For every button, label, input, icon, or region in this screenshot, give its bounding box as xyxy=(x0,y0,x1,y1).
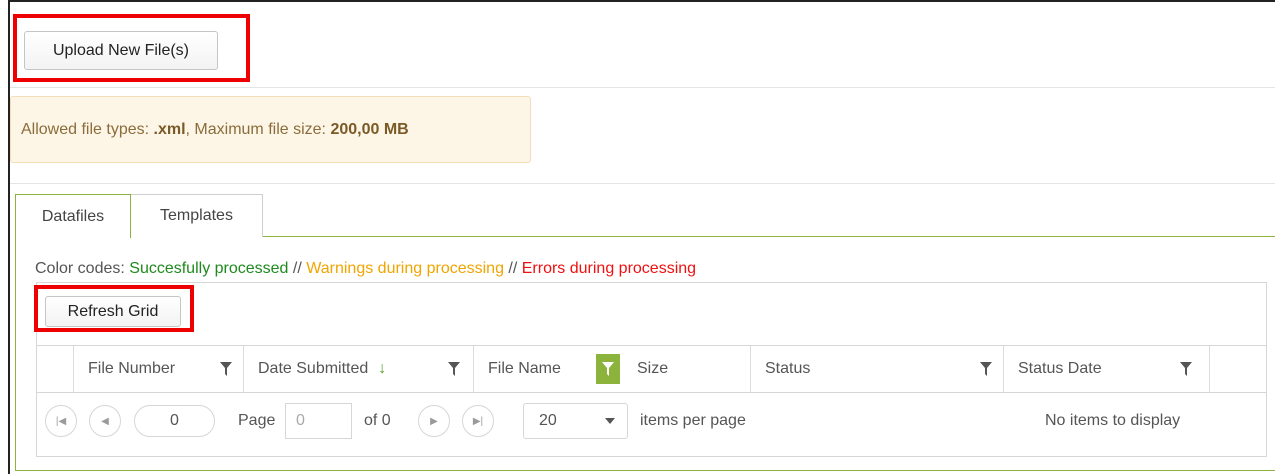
allowed-files-notice: Allowed file types: .xml, Maximum file s… xyxy=(10,96,531,163)
upload-button[interactable]: Upload New File(s) xyxy=(24,31,218,70)
filter-active-icon[interactable] xyxy=(596,354,620,384)
color-codes-legend: Color codes: Succesfully processed // Wa… xyxy=(35,260,696,278)
notice-middle: , Maximum file size: xyxy=(185,120,326,138)
color-codes-prefix: Color codes: xyxy=(35,260,130,277)
items-per-page-label: items per page xyxy=(640,412,746,429)
column-label-text: Date Submitted xyxy=(258,360,369,377)
notice-prefix: Allowed file types: xyxy=(21,120,150,138)
grid-header-divider xyxy=(36,392,1267,393)
sort-descending-icon: ↓ xyxy=(378,360,387,377)
color-code-sep: // xyxy=(288,260,307,277)
filter-icon[interactable] xyxy=(446,360,462,378)
column-label: Size xyxy=(637,360,669,377)
first-page-icon[interactable]: |◀ xyxy=(45,405,77,437)
per-page-value: 20 xyxy=(539,412,557,429)
window-frame-left xyxy=(8,0,10,474)
notice-types: .xml xyxy=(153,120,186,138)
color-code-success: Succesfully processed xyxy=(129,260,289,277)
last-page-icon[interactable]: ▶| xyxy=(462,405,494,437)
column-header-size[interactable]: Size xyxy=(623,346,750,392)
column-label: File Name xyxy=(488,360,561,377)
items-per-page-select[interactable]: 20 xyxy=(523,403,628,439)
page-number-input[interactable]: 0 xyxy=(285,403,352,439)
divider xyxy=(10,183,1275,184)
column-header-status[interactable]: Status xyxy=(750,346,1003,392)
column-label: Status xyxy=(765,360,811,377)
color-code-warning: Warnings during processing xyxy=(306,260,504,277)
divider xyxy=(10,87,1275,88)
refresh-grid-button[interactable]: Refresh Grid xyxy=(45,296,181,327)
tab-templates[interactable]: Templates xyxy=(131,194,263,237)
pager-status: No items to display xyxy=(1045,412,1181,429)
column-label: File Number xyxy=(88,360,176,377)
tab-datafiles[interactable]: Datafiles xyxy=(15,194,131,238)
filter-icon[interactable] xyxy=(1178,360,1194,378)
prev-page-icon[interactable]: ◀ xyxy=(89,405,121,437)
chevron-down-icon xyxy=(605,418,615,424)
color-code-error: Errors during processing xyxy=(521,260,697,277)
notice-size: 200,00 MB xyxy=(330,120,409,138)
column-header-status-date[interactable]: Status Date xyxy=(1003,346,1210,392)
next-page-icon[interactable]: ▶ xyxy=(418,405,450,437)
column-header-file-number[interactable]: File Number xyxy=(73,346,243,392)
color-code-sep: // xyxy=(503,260,522,277)
column-label: Status Date xyxy=(1018,360,1102,377)
window-frame-top xyxy=(8,0,1275,2)
page-of-label: of 0 xyxy=(364,412,391,429)
column-header-date-submitted[interactable]: Date Submitted ↓ xyxy=(243,346,473,392)
page-label: Page xyxy=(238,412,276,429)
current-page-indicator[interactable]: 0 xyxy=(134,405,215,437)
filter-icon[interactable] xyxy=(978,360,994,378)
column-label: Date Submitted ↓ xyxy=(258,346,386,392)
column-header-file-name[interactable]: File Name xyxy=(473,346,623,392)
filter-icon[interactable] xyxy=(218,360,234,378)
